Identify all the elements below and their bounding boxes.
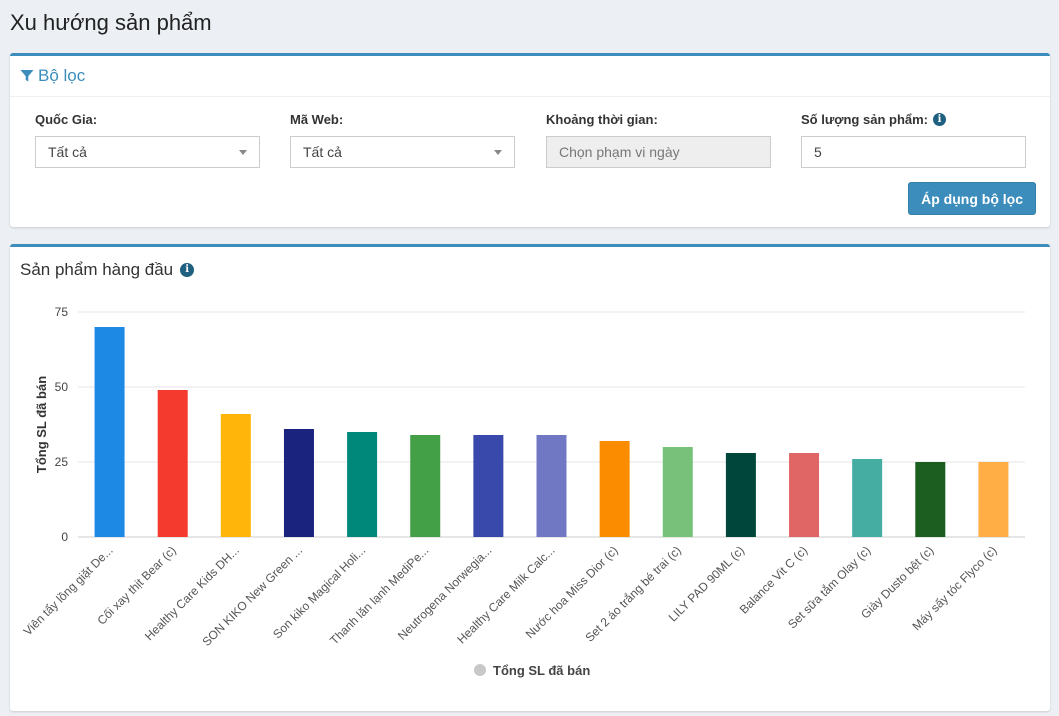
web-select[interactable]: Tất cả	[290, 136, 515, 168]
chevron-down-icon	[239, 149, 247, 155]
web-value: Tất cả	[303, 144, 342, 160]
date-range-input[interactable]: Chọn phạm vi ngày	[546, 136, 771, 168]
count-label: Số lượng sản phẩm: i	[801, 112, 1026, 127]
y-tick-label: 75	[55, 305, 69, 319]
bar	[536, 435, 567, 537]
x-tick-label: Balance Vit C (c)	[737, 543, 810, 616]
top-products-panel: Sản phẩm hàng đầu i 0 25 50 75 Tổng SL đã bá…	[10, 244, 1050, 711]
filter-panel: Bộ lọc Quốc Gia: Tất cả Mã Web: Tất cả K…	[10, 53, 1050, 227]
legend-marker	[474, 664, 486, 676]
bar	[978, 462, 1009, 537]
apply-filter-button[interactable]: Áp dụng bộ lọc	[908, 182, 1036, 215]
product-count-input[interactable]: 5	[801, 136, 1026, 168]
filter-header: Bộ lọc	[10, 56, 1050, 97]
bar	[915, 462, 946, 537]
y-axis-label: Tổng SL đã bán	[34, 376, 49, 473]
bar	[220, 414, 251, 537]
info-icon[interactable]: i	[933, 113, 946, 126]
web-label: Mã Web:	[290, 112, 344, 127]
product-count-value: 5	[814, 144, 822, 160]
web-field: Mã Web: Tất cả	[290, 112, 515, 168]
bar	[662, 447, 693, 537]
filter-title: Bộ lọc	[20, 66, 85, 86]
chevron-down-icon	[494, 149, 502, 155]
bar-chart: 0255075Tổng SL đã bánViên tẩy lồng giặt …	[21, 305, 1025, 678]
bar	[852, 459, 883, 537]
bar	[410, 435, 441, 537]
country-field: Quốc Gia: Tất cả	[35, 112, 260, 168]
bar	[789, 453, 820, 537]
period-field: Khoảng thời gian: Chọn phạm vi ngày	[546, 112, 771, 168]
date-range-placeholder: Chọn phạm vi ngày	[559, 144, 680, 160]
y-tick-label: 25	[55, 455, 69, 469]
bar	[347, 432, 378, 537]
country-select[interactable]: Tất cả	[35, 136, 260, 168]
bar	[473, 435, 504, 537]
y-tick-label: 0	[61, 530, 68, 544]
page-title: Xu hướng sản phẩm	[10, 10, 212, 35]
period-label: Khoảng thời gian:	[546, 112, 658, 127]
legend-label: Tổng SL đã bán	[493, 663, 590, 678]
count-field: Số lượng sản phẩm: i 5	[801, 112, 1026, 168]
filter-icon	[20, 70, 34, 82]
bar	[157, 390, 188, 537]
bar	[599, 441, 630, 537]
bar	[283, 429, 314, 537]
y-tick-label: 50	[55, 380, 69, 394]
bar	[94, 327, 125, 537]
bar	[725, 453, 756, 537]
country-label: Quốc Gia:	[35, 112, 98, 127]
filter-title-label: Bộ lọc	[38, 66, 86, 85]
country-value: Tất cả	[48, 144, 87, 160]
